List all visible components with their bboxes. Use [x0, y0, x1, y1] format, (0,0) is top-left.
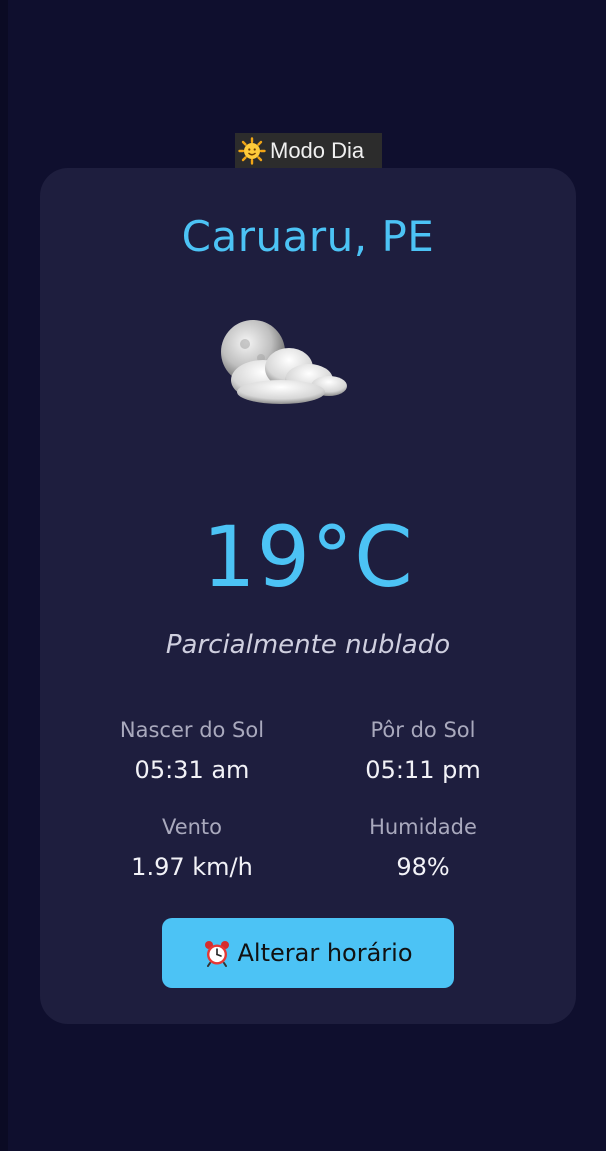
alarm-clock-icon [203, 939, 231, 967]
change-time-label: Alterar horário [237, 939, 413, 967]
change-time-button[interactable]: Alterar horário [162, 918, 454, 988]
wind-label: Vento [161, 815, 223, 839]
city-name: Caruaru, PE [181, 212, 435, 261]
mode-toggle-label: Modo Dia [270, 137, 365, 163]
wind-value: 1.97 km/h [131, 853, 253, 881]
sunset-label: Pôr do Sol [370, 718, 476, 742]
weather-description: Parcialmente nublado [165, 630, 451, 660]
weather-card: Caruaru, PE 19°C Parcialmente nublado Na… [40, 168, 576, 1024]
temperature: 19°C [202, 508, 414, 606]
weather-app-screen: Modo Dia Caruaru, PE 19°C Parcialmente n… [0, 0, 606, 1151]
wind-stat: Vento 1.97 km/h [77, 815, 307, 881]
partly-cloudy-night-icon [217, 318, 351, 410]
sunrise-label: Nascer do Sol [119, 718, 265, 742]
day-mode-toggle-button[interactable]: Modo Dia [235, 133, 382, 168]
sunset-stat: Pôr do Sol 05:11 pm [308, 718, 538, 784]
humidity-label: Humidade [369, 815, 477, 839]
screen-edge [0, 0, 8, 1151]
humidity-value: 98% [396, 853, 450, 881]
sun-face-icon [238, 136, 266, 165]
sunset-value: 05:11 pm [365, 756, 481, 784]
sunrise-stat: Nascer do Sol 05:31 am [77, 718, 307, 784]
sunrise-value: 05:31 am [134, 756, 250, 784]
humidity-stat: Humidade 98% [308, 815, 538, 881]
